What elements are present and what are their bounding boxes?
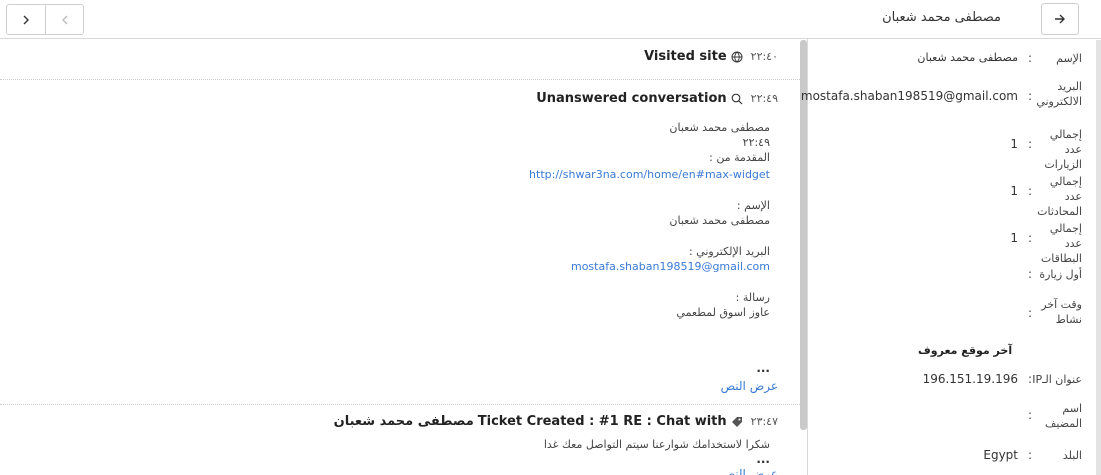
tickets-label: إجمالي عدد البطاقات — [1040, 222, 1082, 265]
tag-icon — [731, 416, 742, 427]
info-row-ip: عنوان الـIP : 196.151.19.196 — [808, 372, 1096, 402]
info-scrollbar[interactable] — [1096, 40, 1101, 475]
event-separator — [0, 404, 800, 405]
message-ellipsis: ... — [756, 361, 770, 375]
search-icon — [731, 93, 743, 104]
colon: : — [1028, 448, 1033, 462]
country-value: Egypt — [983, 448, 1018, 462]
colon: : — [1028, 231, 1033, 245]
info-row-first-visit: أول زيارة : — [808, 267, 1096, 297]
event-time: ٢٢:٤٩ — [750, 92, 778, 105]
event-title: Unanswered conversation — [536, 91, 727, 106]
back-button[interactable] — [1041, 3, 1079, 35]
name-value: مصطفى محمد شعبان — [669, 214, 770, 227]
event-time: ٢٣:٤٧ — [750, 415, 778, 428]
ip-label: عنوان الـIP — [1032, 373, 1082, 386]
name-value: مصطفى محمد شعبان — [917, 51, 1018, 64]
colon: : — [1028, 89, 1033, 103]
last-activity-label: وقت آخر نشاط — [1041, 298, 1082, 326]
name-label: الإسم : — [736, 199, 770, 212]
email-label: البريد الإلكتروني : — [688, 245, 770, 258]
colon: : — [1028, 372, 1033, 386]
info-row-email: البريد الالكتروني : mostafa.shaban198519… — [801, 79, 1096, 109]
email-link[interactable]: mostafa.shaban198519@gmail.com — [529, 260, 770, 273]
from-url-link[interactable]: http://shwar3na.com/home/en#max-widget — [529, 168, 770, 181]
visitor-name-title: مصطفى محمد شعبان — [882, 10, 1001, 25]
colon: : — [1028, 184, 1033, 198]
info-row-host: اسم المضيف : — [808, 401, 1096, 431]
email-value: mostafa.shaban198519@gmail.com — [800, 89, 1018, 103]
ticket-body: شكرا لاستخدامك شوارعنا سيتم التواصل معك … — [543, 438, 770, 451]
arrow-right-icon — [1055, 14, 1065, 24]
tickets-value: 1 — [1010, 231, 1018, 245]
prev-button[interactable] — [45, 5, 83, 34]
show-text-link[interactable]: عرض النص — [721, 379, 778, 393]
conversation-sender: مصطفى محمد شعبان — [669, 121, 770, 134]
conversation-details: مصطفى محمد شعبان ٢٢:٤٩ المقدمة من : http… — [529, 121, 770, 321]
host-label: اسم المضيف — [1044, 402, 1082, 430]
chevron-right-icon — [23, 15, 29, 24]
ticket-ellipsis: ... — [756, 452, 770, 466]
from-label: المقدمة من : — [709, 151, 770, 164]
country-label: البلد — [1062, 449, 1082, 462]
info-row-tickets: إجمالي عدد البطاقات : 1 — [808, 221, 1096, 265]
info-row-country: البلد : Egypt — [808, 448, 1096, 475]
visits-label: إجمالي عدد الزيارات — [1044, 128, 1082, 171]
event-time: ٢٢:٤٠ — [750, 50, 778, 63]
message-label: رسالة : — [735, 291, 770, 304]
pager-controls — [6, 4, 84, 35]
chats-value: 1 — [1010, 184, 1018, 198]
globe-icon — [731, 51, 743, 63]
top-bar: مصطفى محمد شعبان — [0, 0, 1101, 39]
info-row-last-activity: وقت آخر نشاط : — [808, 297, 1096, 327]
activity-feed: Visited site ٢٢:٤٠ Unanswered conversati… — [0, 39, 800, 475]
colon: : — [1028, 137, 1033, 151]
conversation-time: ٢٢:٤٩ — [742, 136, 770, 149]
info-row-chats: إجمالي عدد المحادثات : 1 — [808, 174, 1096, 218]
event-separator — [0, 79, 800, 80]
next-button[interactable] — [7, 5, 45, 34]
first-visit-label: أول زيارة — [1039, 268, 1082, 281]
ticket-show-text-link[interactable]: عرض النص — [721, 467, 778, 475]
event-title: Visited site — [644, 49, 727, 64]
ticket-contact-name: مصطفى محمد شعبان — [333, 414, 474, 429]
chevron-left-icon — [61, 15, 67, 24]
info-row-name: الإسم : مصطفى محمد شعبان — [808, 51, 1096, 81]
message-value: عاوز اسوق لمطعمي — [676, 306, 770, 319]
ip-value: 196.151.19.196 — [922, 372, 1018, 386]
colon: : — [1028, 408, 1033, 422]
email-label: البريد الالكتروني — [1036, 80, 1082, 108]
event-title: Ticket Created : #1 RE : Chat with — [477, 414, 727, 429]
colon: : — [1028, 51, 1033, 65]
colon: : — [1028, 306, 1033, 320]
event-ticket-created: مصطفى محمد شعبان Ticket Created : #1 RE … — [334, 414, 778, 429]
last-location-heading: آخر موقع معروف — [918, 344, 1013, 357]
name-label: الإسم — [1056, 52, 1082, 65]
colon: : — [1028, 267, 1033, 281]
event-unanswered-conversation: Unanswered conversation ٢٢:٤٩ — [536, 91, 778, 106]
contact-info-panel: الإسم : مصطفى محمد شعبان البريد الالكترو… — [801, 39, 1096, 475]
info-row-visits: إجمالي عدد الزيارات : 1 — [808, 127, 1096, 171]
visits-value: 1 — [1010, 137, 1018, 151]
chats-label: إجمالي عدد المحادثات — [1037, 175, 1082, 218]
event-visited-site: Visited site ٢٢:٤٠ — [644, 49, 778, 64]
